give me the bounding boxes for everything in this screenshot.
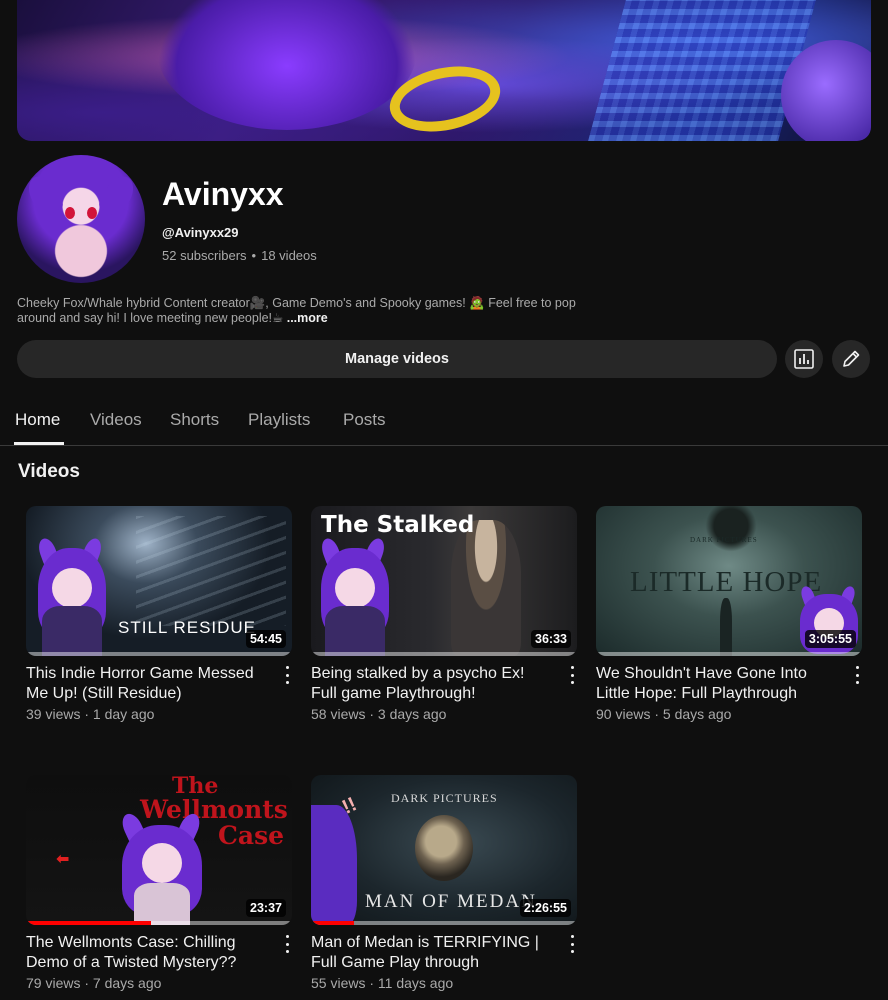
video-duration: 54:45 (246, 630, 286, 648)
video-card[interactable]: DARK PICTURES LITTLE HOPE 3:05:55 We Sho… (596, 506, 862, 722)
stats-separator: • (251, 248, 257, 263)
video-duration: 36:33 (531, 630, 571, 648)
tab-home[interactable]: Home (15, 410, 60, 430)
video-duration: 23:37 (246, 899, 286, 917)
analytics-icon (794, 349, 814, 369)
video-meta: 39 views · 1 day ago (26, 706, 155, 722)
thumbnail-text: The Stalked (321, 512, 475, 538)
more-options-icon[interactable] (282, 666, 292, 684)
more-options-icon[interactable] (567, 935, 577, 953)
channel-description[interactable]: Cheeky Fox/Whale hybrid Content creator🎥… (17, 296, 657, 326)
progress-track (596, 652, 862, 656)
video-title[interactable]: Being stalked by a psycho Ex! Full game P… (311, 664, 559, 704)
description-line-2: around and say hi! I love meeting new pe… (17, 311, 287, 325)
channel-banner (17, 0, 871, 141)
progress-track (311, 652, 577, 656)
thumbnail-text: LITTLE HOPE (630, 566, 823, 598)
video-thumbnail[interactable]: The Stalked 36:33 (311, 506, 577, 656)
video-meta: 79 views · 7 days ago (26, 975, 162, 991)
watch-progress (311, 921, 354, 925)
thumbnail-subtext: DARK PICTURES (391, 791, 498, 805)
analytics-button[interactable] (785, 340, 823, 378)
thumbnail-text: STILL RESIDUE (118, 618, 257, 637)
video-meta: 55 views · 11 days ago (311, 975, 454, 991)
video-title[interactable]: The Wellmonts Case: Chilling Demo of a Tw… (26, 933, 274, 973)
video-thumbnail[interactable]: DARK PICTURES LITTLE HOPE 3:05:55 (596, 506, 862, 656)
video-thumbnail[interactable]: DARK PICTURES MAN OF MEDAN !! 2:26:55 (311, 775, 577, 925)
more-options-icon[interactable] (852, 666, 862, 684)
channel-handle: @Avinyxx29 (162, 225, 239, 240)
channel-tabs: Home Videos Shorts Playlists Posts (0, 400, 888, 446)
more-options-icon[interactable] (567, 666, 577, 684)
video-title[interactable]: We Shouldn't Have Gone Into Little Hope: … (596, 664, 844, 704)
video-title[interactable]: This Indie Horror Game Messed Me Up! (Sti… (26, 664, 274, 704)
arrow-icon: ⬅ (56, 851, 70, 868)
watch-progress (26, 921, 152, 925)
thumbnail-text: MAN OF MEDAN (365, 891, 537, 912)
video-thumbnail[interactable]: ⬅ The Wellmonts Case 23:37 (26, 775, 292, 925)
tab-videos[interactable]: Videos (90, 410, 142, 430)
section-title: Videos (18, 461, 80, 482)
manage-videos-button[interactable]: Manage videos (17, 340, 777, 378)
progress-track (26, 652, 292, 656)
video-card[interactable]: STILL RESIDUE 54:45 This Indie Horror Ga… (26, 506, 292, 722)
tab-shorts[interactable]: Shorts (170, 410, 219, 430)
active-tab-indicator (14, 442, 64, 445)
thumbnail-text-3: Case (218, 821, 285, 850)
channel-avatar[interactable] (17, 155, 145, 283)
more-options-icon[interactable] (282, 935, 292, 953)
edit-channel-button[interactable] (832, 340, 870, 378)
channel-stats: 52 subscribers • 18 videos (162, 248, 317, 263)
video-count: 18 videos (261, 248, 317, 263)
tab-posts[interactable]: Posts (343, 410, 386, 430)
video-thumbnail[interactable]: STILL RESIDUE 54:45 (26, 506, 292, 656)
video-duration: 3:05:55 (804, 630, 856, 648)
video-card[interactable]: The Stalked 36:33 Being stalked by a psy… (311, 506, 577, 722)
tab-playlists[interactable]: Playlists (248, 410, 310, 430)
video-title[interactable]: Man of Medan is TERRIFYING | Full Game Pl… (311, 933, 559, 973)
video-duration: 2:26:55 (519, 899, 571, 917)
thumbnail-subtext: DARK PICTURES (690, 536, 758, 544)
video-meta: 58 views · 3 days ago (311, 706, 447, 722)
description-line-1: Cheeky Fox/Whale hybrid Content creator🎥… (17, 296, 576, 310)
video-card[interactable]: DARK PICTURES MAN OF MEDAN !! 2:26:55 Ma… (311, 775, 577, 991)
subscriber-count: 52 subscribers (162, 248, 247, 263)
channel-name: Avinyxx (162, 176, 284, 212)
pencil-icon (843, 350, 860, 367)
video-meta: 90 views · 5 days ago (596, 706, 732, 722)
more-link[interactable]: ...more (287, 311, 328, 325)
video-card[interactable]: ⬅ The Wellmonts Case 23:37 The Wellmonts… (26, 775, 292, 991)
